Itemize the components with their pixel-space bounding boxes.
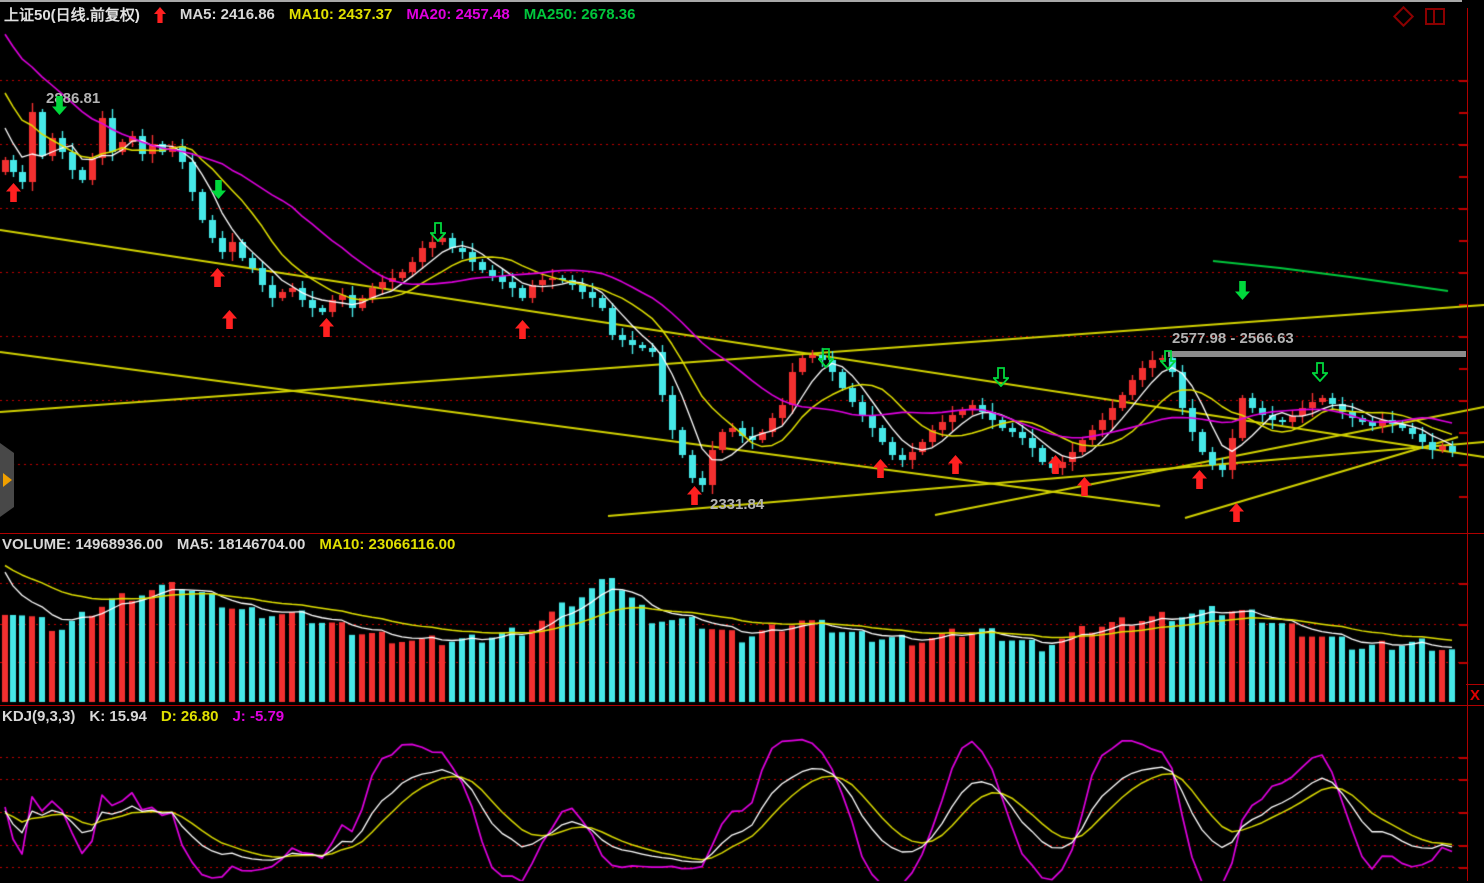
k-readout: K: 15.94	[89, 708, 147, 725]
buy-signal-arrow	[6, 183, 21, 207]
gap-zone-bar	[1168, 351, 1466, 357]
sell-signal-hollow-arrow	[1312, 362, 1328, 387]
expand-triangle-icon	[3, 473, 12, 487]
sell-signal-hollow-arrow	[1160, 350, 1176, 375]
sidebar-expand-handle[interactable]	[0, 443, 14, 517]
trading-app-screen: 上证50(日线.前复权) MA5: 2416.86 MA10: 2437.37 …	[0, 0, 1484, 883]
sell-signal-hollow-arrow	[430, 222, 446, 247]
j-readout: J: -5.79	[232, 708, 284, 725]
buy-signal-arrow	[515, 320, 530, 344]
buy-signal-arrow	[222, 310, 237, 334]
instrument-title: 上证50(日线.前复权)	[4, 4, 140, 25]
buy-signal-arrow	[948, 455, 963, 479]
buy-signal-arrow	[873, 459, 888, 483]
window-controls	[1396, 8, 1445, 25]
top-border-strip	[0, 0, 1462, 2]
buy-signal-arrow	[1077, 477, 1092, 501]
volume-ma5-readout: MA5: 18146704.00	[177, 536, 305, 553]
ma250-readout: MA250: 2678.36	[524, 6, 636, 23]
ma5-readout: MA5: 2416.86	[180, 6, 275, 23]
kdj-header: KDJ(9,3,3) K: 15.94 D: 26.80 J: -5.79	[2, 708, 284, 725]
ma10-readout: MA10: 2437.37	[289, 6, 392, 23]
volume-chart-canvas[interactable]	[0, 533, 1484, 705]
sell-signal-arrow	[211, 180, 226, 204]
buy-signal-arrow	[1048, 455, 1063, 479]
main-volume-separator	[0, 533, 1484, 534]
sell-signal-arrow	[1235, 281, 1250, 305]
gap-price-label: 2577.98 - 2566.63	[1172, 330, 1294, 347]
buy-signal-arrow	[1192, 470, 1207, 494]
sell-signal-hollow-arrow	[818, 348, 834, 373]
kdj-name: KDJ(9,3,3)	[2, 708, 75, 725]
buy-signal-arrow	[687, 486, 702, 510]
sell-signal-arrow	[52, 96, 67, 120]
ma20-readout: MA20: 2457.48	[406, 6, 509, 23]
diamond-icon[interactable]	[1393, 6, 1414, 27]
sell-signal-hollow-arrow	[993, 367, 1009, 392]
d-readout: D: 26.80	[161, 708, 219, 725]
split-window-icon[interactable]	[1425, 8, 1445, 25]
buy-signal-arrow	[319, 318, 334, 342]
volume-readout: VOLUME: 14968936.00	[2, 536, 163, 553]
kdj-chart-canvas[interactable]	[0, 705, 1484, 883]
right-axis-line	[1467, 8, 1468, 881]
volume-header: VOLUME: 14968936.00 MA5: 18146704.00 MA1…	[2, 536, 455, 553]
up-trend-arrow-icon	[154, 7, 166, 23]
volume-kdj-separator	[0, 705, 1484, 706]
volume-ma10-readout: MA10: 23066116.00	[319, 536, 455, 553]
buy-signal-arrow	[1229, 503, 1244, 527]
close-indicator-button[interactable]: X	[1466, 684, 1484, 706]
chart-header: 上证50(日线.前复权) MA5: 2416.86 MA10: 2437.37 …	[4, 4, 635, 24]
buy-signal-arrow	[210, 268, 225, 292]
low-price-label: 2331.84	[710, 496, 764, 513]
